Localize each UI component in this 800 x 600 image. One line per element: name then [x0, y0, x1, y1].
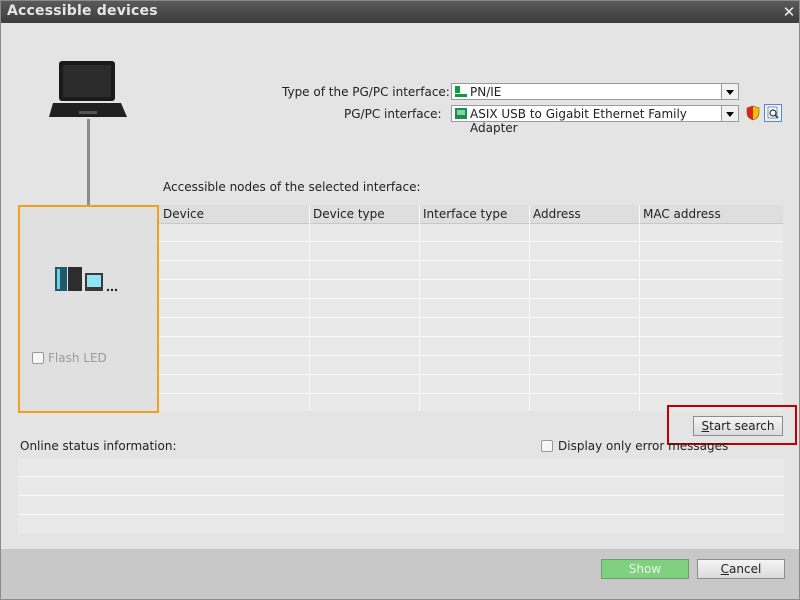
table-row: [159, 260, 783, 261]
cancel-button[interactable]: Cancel: [697, 559, 785, 579]
display-errors-checkbox[interactable]: [541, 440, 553, 452]
column-divider: [529, 205, 530, 411]
title-bar: Accessible devices ✕: [1, 1, 799, 23]
table-row: [159, 279, 783, 280]
table-header: Device Device type Interface type Addres…: [159, 205, 783, 224]
column-header-device-type[interactable]: Device type: [313, 207, 385, 221]
properties-button[interactable]: [764, 104, 782, 122]
online-status-heading: Online status information:: [20, 439, 177, 453]
pn-ie-network-icon: [455, 86, 467, 97]
chevron-down-icon[interactable]: [721, 84, 738, 99]
accessible-nodes-heading: Accessible nodes of the selected interfa…: [163, 180, 421, 194]
table-row: [159, 355, 783, 356]
pgpc-interface-select[interactable]: ASIX USB to Gigabit Ethernet Family Adap…: [451, 105, 739, 135]
online-status-list: [18, 458, 784, 534]
selected-device-panel: Flash LED: [18, 205, 159, 413]
cancel-label: ancel: [729, 562, 762, 576]
window-title: Accessible devices: [7, 3, 158, 19]
magnifier-icon: [767, 106, 779, 119]
interface-type-label: Type of the PG/PC interface:: [282, 85, 450, 99]
column-header-device[interactable]: Device: [163, 207, 204, 221]
column-divider: [309, 205, 310, 411]
shield-icon[interactable]: [745, 105, 761, 121]
pgpc-interface-label: PG/PC interface:: [344, 107, 442, 121]
table-row: [159, 336, 783, 337]
pg-pc-laptop-icon: [49, 61, 127, 117]
show-button[interactable]: Show: [601, 559, 689, 579]
display-errors-label: Display only error messages: [558, 439, 729, 453]
column-divider: [419, 205, 420, 411]
column-header-mac-address[interactable]: MAC address: [643, 207, 721, 221]
pgpc-interface-value: ASIX USB to Gigabit Ethernet Family Adap…: [470, 107, 687, 135]
dialog-footer: Show Cancel: [1, 549, 799, 599]
table-row: [159, 393, 783, 394]
table-row: [159, 298, 783, 299]
network-adapter-icon: [455, 108, 467, 119]
column-header-interface-type[interactable]: Interface type: [423, 207, 507, 221]
accessible-nodes-table: Device Device type Interface type Addres…: [159, 205, 783, 411]
flash-led-label: Flash LED: [48, 351, 107, 365]
list-item: [18, 514, 784, 515]
close-icon[interactable]: ✕: [781, 4, 797, 20]
column-header-address[interactable]: Address: [533, 207, 581, 221]
column-divider: [639, 205, 640, 411]
interface-type-value: PN/IE: [470, 85, 502, 99]
table-row: [159, 374, 783, 375]
table-row: [159, 241, 783, 242]
cancel-mnemonic: C: [720, 562, 730, 576]
interface-type-select[interactable]: PN/IE: [451, 83, 739, 100]
list-item: [18, 476, 784, 477]
chevron-down-icon[interactable]: [721, 106, 738, 121]
table-row: [159, 317, 783, 318]
plc-device-icon: [55, 267, 118, 292]
list-item: [18, 495, 784, 496]
accessible-devices-dialog: Accessible devices ✕ Type of the PG/PC i…: [0, 0, 800, 600]
flash-led-checkbox[interactable]: [32, 352, 44, 364]
